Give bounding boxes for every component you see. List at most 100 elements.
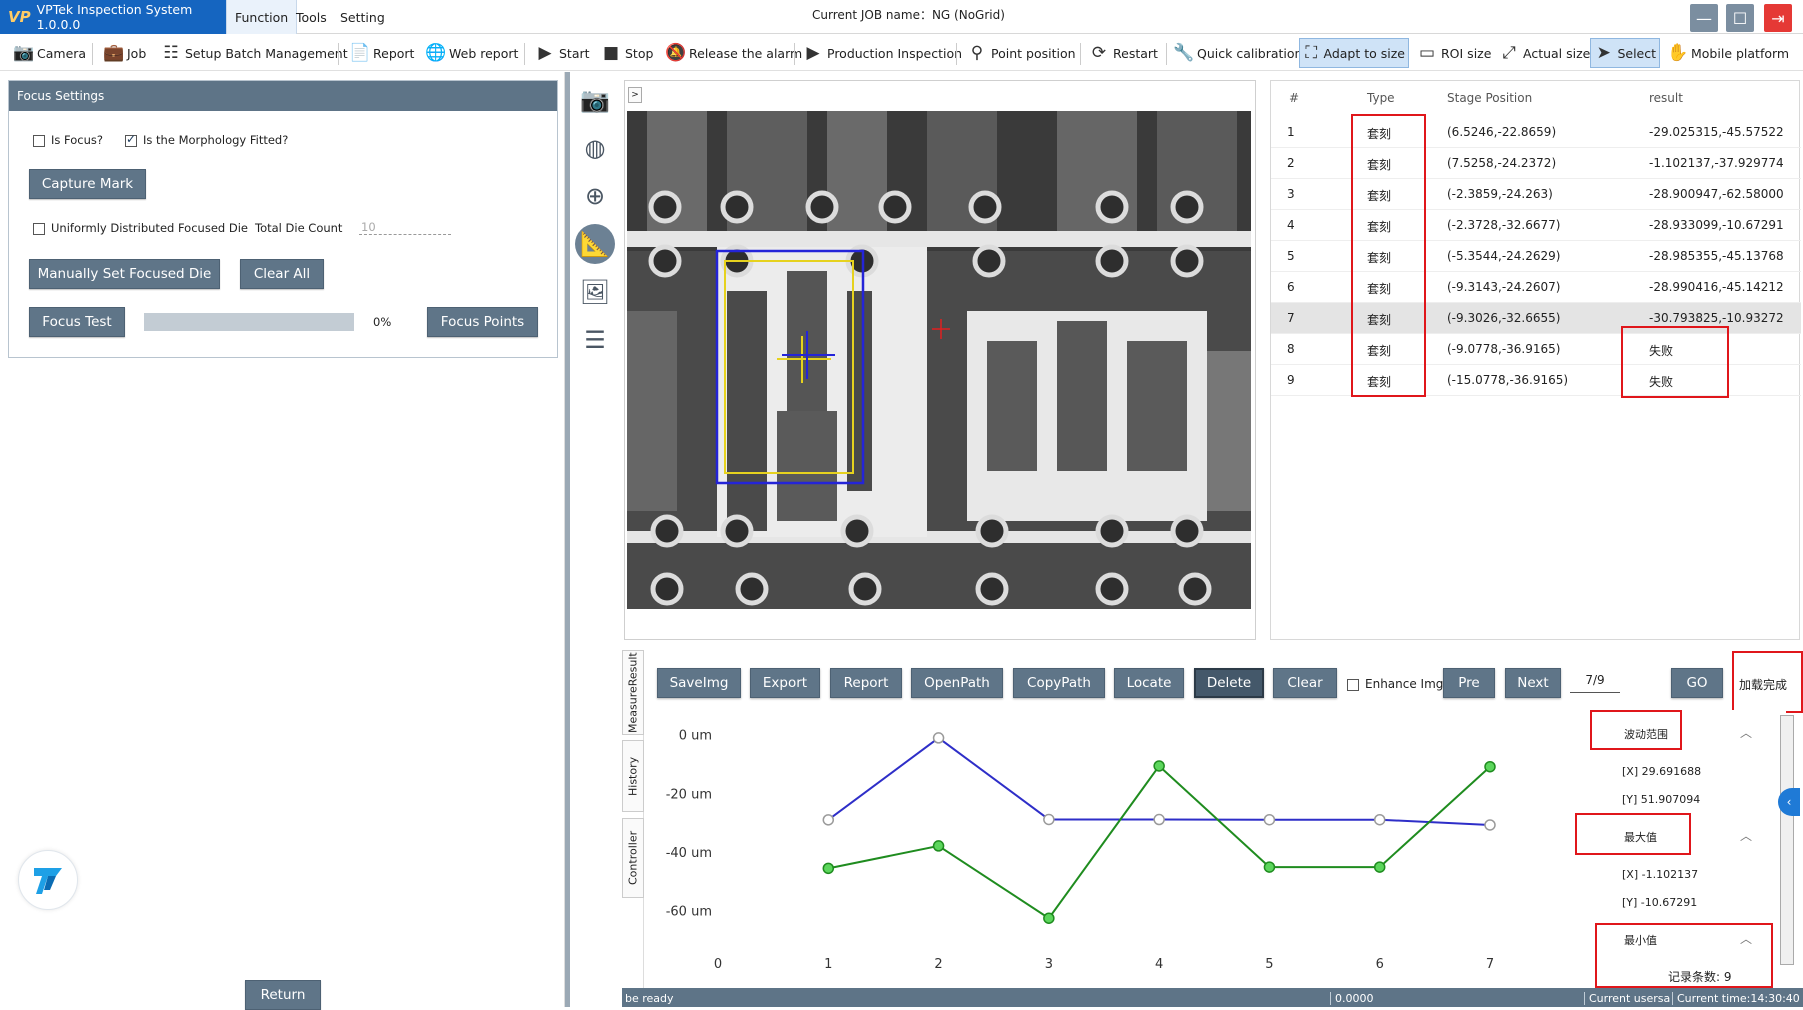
stats-scrollbar[interactable] [1780,715,1794,965]
clear-button[interactable]: Clear [1273,668,1337,698]
page-field[interactable]: 7/9 [1570,673,1620,693]
focus-settings-header: Focus Settings [9,81,557,111]
wafer-grid-icon: ◍ [584,134,606,162]
point-position-button[interactable]: ⚲ Point position [964,38,1079,68]
expand-panel-button[interactable]: > [628,87,642,103]
report-result-button[interactable]: Report [830,668,902,698]
locate-button[interactable]: Locate [1114,668,1184,698]
actual-size-label: Actual size [1523,45,1591,61]
data-point [1043,813,1055,826]
web-report-button[interactable]: 🌐 Web report [422,38,521,68]
setup-batch-button[interactable]: ☷ Setup Batch Management [158,38,351,68]
save-img-button[interactable]: SaveImg [657,668,741,698]
next-button[interactable]: Next [1505,668,1561,698]
failed-result-highlight [1621,326,1729,398]
release-alarm-button[interactable]: 🔕 Release the alarm [662,38,805,68]
x-tick-label: 0 [714,957,722,972]
y-tick-label: 0 um [679,729,712,744]
play-icon: ▶ [806,43,820,63]
report-button[interactable]: 📄 Report [346,38,417,68]
chevron-left-icon: ‹ [1786,795,1792,809]
total-die-input[interactable]: 10 [359,220,451,235]
camera-button[interactable]: 📷 Camera [10,38,89,68]
start-button[interactable]: ▶ Start [532,38,593,68]
stop-button[interactable]: ■ Stop [598,38,656,68]
restart-button[interactable]: ⟳ Restart [1086,38,1161,68]
vertical-toolbar: 📷 ◍ ⊕ 📐 🖼 ☰ [570,72,622,1007]
job-button[interactable]: 💼 Job [100,38,149,68]
manually-set-focused-die-button[interactable]: Manually Set Focused Die [29,259,220,289]
title-bar: VP VPTek Inspection System 1.0.0.0 Funct… [0,0,1803,34]
company-logo-icon [34,868,62,894]
app-title: VPTek Inspection System 1.0.0.0 [36,2,193,32]
go-button[interactable]: GO [1671,668,1723,698]
focus-test-button[interactable]: Focus Test [29,307,125,337]
row-stage-position: (-9.0778,-36.9165) [1447,342,1561,356]
row-stage-position: (6.5246,-22.8659) [1447,125,1557,139]
menu-tools[interactable]: Tools [288,0,335,34]
data-point [1484,760,1496,773]
focus-points-button[interactable]: Focus Points [427,307,538,337]
exit-icon: ⇥ [1771,8,1785,28]
focus-settings-panel: Focus Settings Is Focus? Is the Morpholo… [8,80,558,358]
app-logo: VP [8,8,31,26]
delete-button[interactable]: Delete [1194,668,1264,698]
uniform-die-checkbox[interactable]: Uniformly Distributed Focused Die [33,221,248,235]
expand-icon: ⤢ [1502,43,1516,63]
clear-all-button[interactable]: Clear All [240,259,324,289]
y-tick-label: -60 um [666,905,712,920]
side-panel-toggle[interactable]: ‹ [1778,788,1800,816]
left-pane: Focus Settings Is Focus? Is the Morpholo… [0,72,565,1010]
range-x-value: [X] 29.691688 [1622,765,1702,778]
enhance-img-checkbox[interactable]: Enhance Img [1347,677,1443,691]
range-collapse-icon[interactable]: ︿ [1740,724,1752,741]
statistics-panel: 波动范围 ︿ [X] 29.691688 [Y] 51.907094 最大值 ︿… [1575,710,1786,988]
row-result: -28.900947,-62.58000 [1649,187,1784,201]
measure-tool-button[interactable]: 📐 [575,224,615,264]
type-column-highlight [1351,114,1426,397]
export-button[interactable]: Export [750,668,820,698]
mobile-platform-button[interactable]: ✋ Mobile platform [1664,38,1792,68]
maximize-button[interactable]: ☐ [1726,4,1754,32]
exit-button[interactable]: ⇥ [1764,4,1792,32]
wafer-map-tool-button[interactable]: ⊕ [575,176,615,216]
x-tick-label: 3 [1045,957,1053,972]
col-header-stage-position: Stage Position [1447,91,1533,105]
production-inspection-button[interactable]: ▶ Production Inspection [800,38,965,68]
checklist-tool-button[interactable]: ☰ [575,320,615,360]
checkbox-checked-icon [125,132,137,147]
roi-size-button[interactable]: ▭ ROI size [1414,38,1494,68]
max-collapse-icon[interactable]: ︿ [1740,827,1752,844]
actual-size-button[interactable]: ⤢ Actual size [1496,38,1593,68]
enhance-img-label: Enhance Img [1365,677,1444,691]
max-x-value: [X] -1.102137 [1622,868,1699,881]
menu-function[interactable]: Function [226,0,298,34]
row-index: 5 [1287,249,1295,263]
tab-measure-result[interactable]: MeasureResult [622,650,644,735]
image-viewer[interactable]: > [624,80,1256,640]
data-point [1153,760,1165,772]
inspection-image[interactable] [627,111,1251,609]
capture-mark-button[interactable]: Capture Mark [29,169,146,199]
morphology-fitted-checkbox[interactable]: Is the Morphology Fitted? [125,132,289,147]
open-path-button[interactable]: OpenPath [911,668,1003,698]
adapt-to-size-button[interactable]: ⛶ Adapt to size [1299,38,1409,68]
uniform-die-label: Uniformly Distributed Focused Die [51,221,248,235]
morphology-label: Is the Morphology Fitted? [143,133,289,147]
data-point [1153,813,1165,826]
row-stage-position: (-15.0778,-36.9165) [1447,373,1569,387]
return-button[interactable]: Return [245,980,321,1010]
quick-calibration-button[interactable]: 🔧 Quick calibration [1170,38,1305,68]
select-label: Select [1617,45,1656,61]
copy-path-button[interactable]: CopyPath [1013,668,1105,698]
tab-controller[interactable]: Controller [622,818,644,898]
camera-tool-button[interactable]: 📷 [575,80,615,120]
image-tool-button[interactable]: 🖼 [575,272,615,312]
menu-setting[interactable]: Setting [332,0,393,34]
minimize-button[interactable]: — [1690,4,1718,32]
tab-history[interactable]: History [622,740,644,812]
is-focus-checkbox[interactable]: Is Focus? [33,133,103,147]
select-button[interactable]: ➤ Select [1590,38,1660,68]
grid-tool-button[interactable]: ◍ [575,128,615,168]
previous-button[interactable]: Pre [1443,668,1495,698]
